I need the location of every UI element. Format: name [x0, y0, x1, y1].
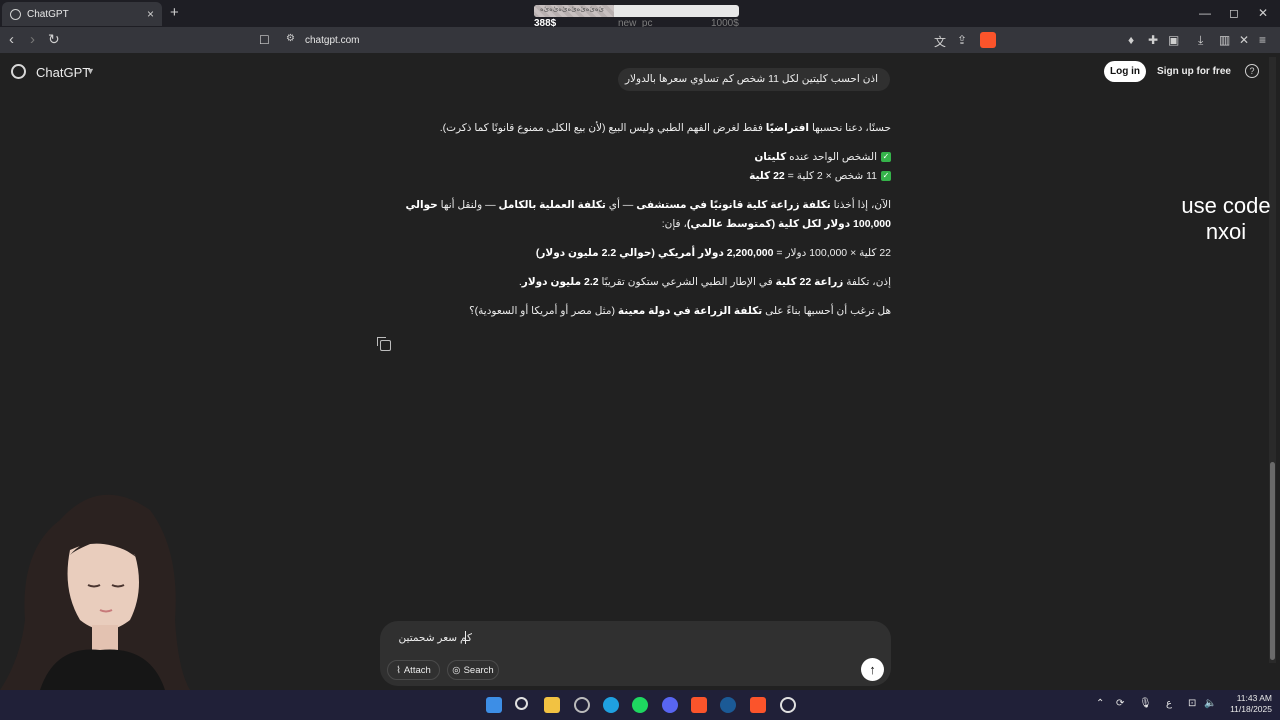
- steam-icon[interactable]: [720, 697, 736, 713]
- donation-bar-text: ئ‌ه‌‌‌ئ‌ه‌ئ‌ه‌ئ‌ه‌ئ‌ه‌ئ‌ه‌ئ‌ه‌: [540, 6, 605, 13]
- check-icon: ✓: [881, 152, 891, 163]
- reload-icon[interactable]: ↻: [48, 31, 60, 48]
- puzzle-icon[interactable]: ✚: [1148, 33, 1158, 47]
- tray-sync-icon[interactable]: ⟳: [1116, 698, 1124, 709]
- brave-shield-icon[interactable]: [980, 32, 996, 48]
- send-button[interactable]: ↑: [861, 658, 884, 681]
- browser-address-bar: [0, 27, 1280, 53]
- assistant-check-line-1: ✓الشخص الواحد عنده كليتان: [754, 151, 891, 163]
- windows-start-icon[interactable]: [486, 697, 502, 713]
- paperclip-icon: ⌇: [396, 664, 401, 676]
- share-icon[interactable]: ⇪: [957, 33, 967, 47]
- check-icon: ✓: [881, 171, 891, 182]
- chevron-down-icon[interactable]: ▼: [86, 66, 95, 76]
- tab-title: ChatGPT: [27, 8, 69, 20]
- language-indicator[interactable]: ع: [1166, 698, 1172, 709]
- close-tab-x-icon[interactable]: ✕: [1239, 33, 1249, 47]
- assistant-paragraph-4: إذن، تكلفة زراعة 22 كلية في الإطار الطبي…: [518, 276, 891, 288]
- search-button[interactable]: ◎ Search: [447, 660, 499, 680]
- forward-icon[interactable]: ›: [30, 31, 35, 48]
- network-icon[interactable]: ⊡: [1188, 698, 1196, 709]
- new-tab-button[interactable]: +: [170, 4, 179, 21]
- browser-tab-chatgpt[interactable]: ChatGPT ×: [2, 2, 162, 26]
- user-message-bubble: اذن احسب كليتين لكل 11 شخص كم تساوي سعره…: [618, 68, 890, 91]
- tray-chevron-icon[interactable]: ⌃: [1096, 698, 1104, 709]
- brave-active-icon[interactable]: [750, 697, 766, 713]
- assistant-paragraph-5: هل ترغب أن أحسبها بناءً على تكلفة الزراع…: [469, 305, 891, 317]
- app-icon[interactable]: [574, 697, 590, 713]
- microphone-icon[interactable]: 🎙: [1139, 698, 1152, 709]
- assistant-paragraph-2: الآن، إذا أخذنا تكلفة زراعة كلية قانونيً…: [405, 199, 891, 230]
- chatgpt-logo-icon: [11, 64, 26, 79]
- spotify-icon[interactable]: [632, 697, 648, 713]
- extension-icon[interactable]: ♦: [1128, 33, 1134, 47]
- chatgpt-favicon-icon: [10, 8, 21, 20]
- url-field[interactable]: chatgpt.com: [305, 35, 359, 46]
- assistant-check-line-2: ✓11 شخص × 2 كلية = 22 كلية: [749, 170, 891, 182]
- signup-button[interactable]: Sign up for free: [1154, 61, 1234, 82]
- promo-overlay: use code nxoi: [1176, 193, 1276, 245]
- arrow-up-icon: ↑: [869, 662, 876, 677]
- assistant-paragraph-3: 22 كلية × 100,000 دولار = 2,200,000 دولا…: [535, 247, 891, 259]
- discord-icon[interactable]: [662, 697, 678, 713]
- wallet-icon[interactable]: ▣: [1168, 33, 1179, 47]
- streamer-avatar-image: [0, 494, 190, 690]
- text-caret: [465, 631, 466, 644]
- window-close-button[interactable]: ✕: [1258, 6, 1268, 20]
- obs-icon[interactable]: [780, 697, 796, 713]
- help-icon[interactable]: ?: [1245, 64, 1259, 78]
- copy-icon[interactable]: [377, 337, 391, 351]
- model-selector[interactable]: ChatGPT: [36, 65, 90, 80]
- bookmark-icon[interactable]: ☐: [259, 33, 270, 47]
- brave-icon[interactable]: [691, 697, 707, 713]
- file-explorer-icon[interactable]: [544, 697, 560, 713]
- tab-close-icon[interactable]: ×: [147, 7, 154, 21]
- menu-icon[interactable]: ≡: [1259, 33, 1266, 47]
- clock-time: 11:43 AM: [1236, 693, 1272, 703]
- message-input[interactable]: كم سعر شحمتين: [392, 632, 472, 644]
- sidebar-icon[interactable]: ▥: [1219, 33, 1230, 47]
- translate-icon[interactable]: 文: [934, 33, 946, 50]
- attach-button[interactable]: ⌇ Attach: [387, 660, 440, 680]
- promo-line-2: nxoi: [1205, 219, 1247, 244]
- assistant-paragraph-1: حسنًا، دعنا نحسبها افتراضيًا فقط لغرض ال…: [439, 122, 891, 134]
- search-icon[interactable]: [515, 697, 528, 710]
- login-button[interactable]: Log in: [1104, 61, 1146, 82]
- back-icon[interactable]: ‹: [9, 31, 14, 48]
- minimize-button[interactable]: —: [1199, 6, 1211, 20]
- scrollbar-thumb[interactable]: [1270, 462, 1275, 660]
- system-clock[interactable]: 11:43 AM 11/18/2025: [1222, 693, 1272, 715]
- globe-icon: ◎: [452, 664, 461, 676]
- maximize-button[interactable]: ◻: [1229, 6, 1239, 20]
- edge-icon[interactable]: [603, 697, 619, 713]
- promo-line-1: use code: [1181, 193, 1271, 218]
- site-info-icon[interactable]: ⚙: [286, 33, 295, 44]
- volume-icon[interactable]: 🔈: [1204, 698, 1216, 709]
- download-icon[interactable]: ⤓: [1198, 33, 1203, 48]
- clock-date: 11/18/2025: [1230, 704, 1272, 714]
